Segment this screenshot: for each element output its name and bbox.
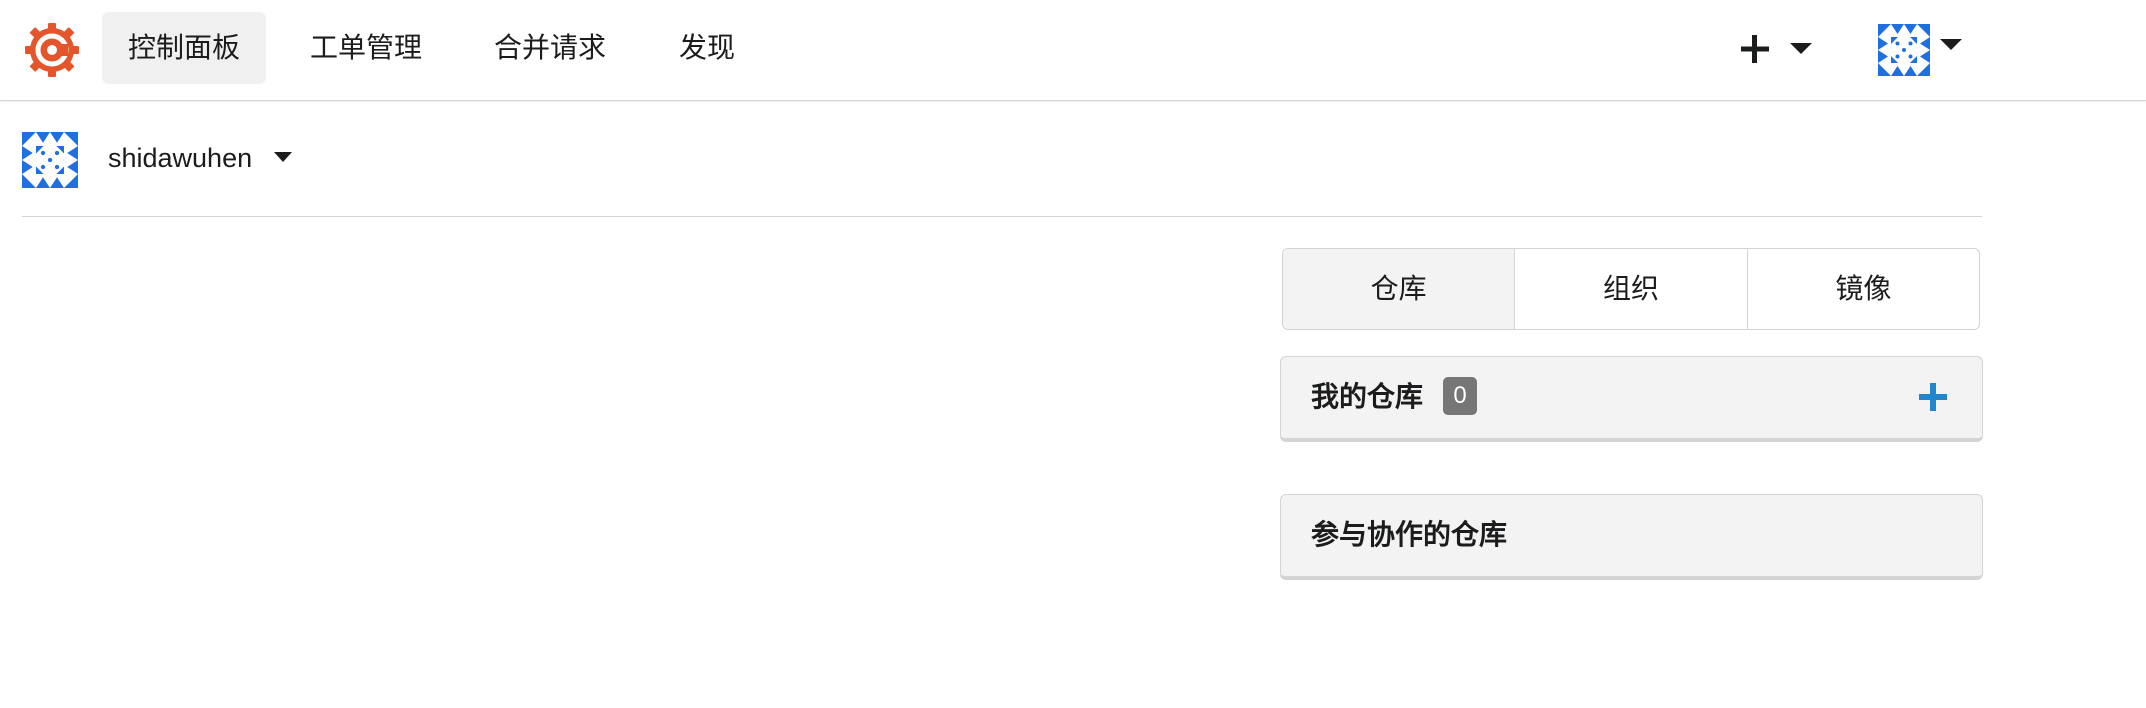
user-avatar-icon <box>1878 24 1930 76</box>
chevron-down-icon <box>1790 43 1812 54</box>
plus-icon <box>1741 35 1769 63</box>
nav-issues[interactable]: 工单管理 <box>296 12 436 84</box>
collab-repos-title: 参与协作的仓库 <box>1311 518 1508 551</box>
tab-organizations[interactable]: 组织 <box>1515 249 1748 329</box>
nav-pull-requests[interactable]: 合并请求 <box>480 12 620 84</box>
user-menu-dropdown[interactable] <box>1878 24 1962 78</box>
nav-dashboard[interactable]: 控制面板 <box>102 12 266 84</box>
chevron-down-icon[interactable] <box>274 152 292 162</box>
tab-repositories[interactable]: 仓库 <box>1283 249 1516 329</box>
add-repo-icon[interactable] <box>1915 379 1951 415</box>
user-avatar-icon[interactable] <box>22 132 78 188</box>
repo-count-badge: 0 <box>1443 377 1477 415</box>
repo-org-mirror-tabs: 仓库 组织 镜像 <box>1282 248 1980 330</box>
create-dropdown[interactable] <box>1732 22 1822 76</box>
tab-mirrors[interactable]: 镜像 <box>1748 249 1979 329</box>
chevron-down-icon <box>1940 39 1962 50</box>
gitea-logo-icon[interactable] <box>24 22 80 78</box>
nav-explore[interactable]: 发现 <box>664 12 750 84</box>
context-username[interactable]: shidawuhen <box>108 138 252 178</box>
top-navbar: 控制面板 工单管理 合并请求 发现 <box>0 0 2146 101</box>
my-repos-title: 我的仓库 <box>1311 380 1424 413</box>
context-user-switcher: shidawuhen <box>22 130 1982 217</box>
collab-repos-panel: 参与协作的仓库 <box>1280 494 1983 580</box>
my-repos-panel: 我的仓库 0 <box>1280 356 1983 442</box>
